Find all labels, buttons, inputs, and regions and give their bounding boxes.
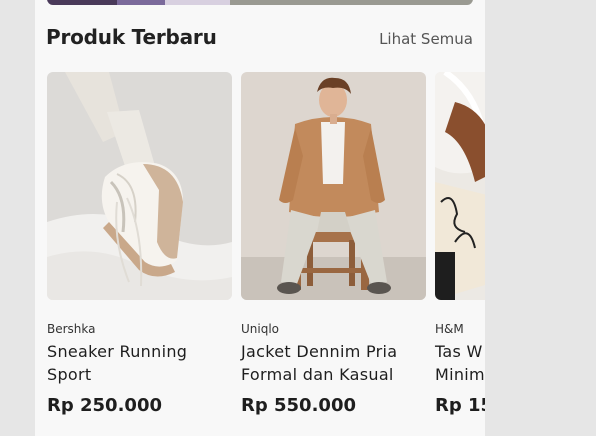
product-name[interactable]: Jacket Dennim Pria Formal dan Kasual <box>241 340 426 386</box>
section-title: Produk Terbaru <box>46 25 217 49</box>
product-carousel[interactable]: Bershka Sneaker Running Sport Rp 250.000 <box>47 72 485 436</box>
product-name[interactable]: Tas W Minim <box>435 340 485 386</box>
product-brand: Uniqlo <box>241 322 280 336</box>
product-price: Rp 250.000 <box>47 395 162 416</box>
jacket-photo[interactable] <box>241 72 426 300</box>
promo-banner-edge[interactable] <box>47 0 473 5</box>
product-brand: H&M <box>435 322 464 336</box>
home-screen: Produk Terbaru Lihat Semua Bershka Sneak… <box>35 0 485 436</box>
sneaker-photo[interactable] <box>47 72 232 300</box>
product-name[interactable]: Sneaker Running Sport <box>47 340 232 386</box>
product-price: Rp 550.000 <box>241 395 356 416</box>
product-price: Rp 15 <box>435 395 485 416</box>
product-brand: Bershka <box>47 322 96 336</box>
bag-photo[interactable] <box>435 72 485 300</box>
product-card[interactable]: Bershka Sneaker Running Sport Rp 250.000 <box>47 72 232 416</box>
product-card[interactable]: Uniqlo Jacket Dennim Pria Formal dan Kas… <box>241 72 426 416</box>
see-all-link[interactable]: Lihat Semua <box>379 30 473 48</box>
product-card[interactable]: H&M Tas W Minim Rp 15 <box>435 72 485 416</box>
